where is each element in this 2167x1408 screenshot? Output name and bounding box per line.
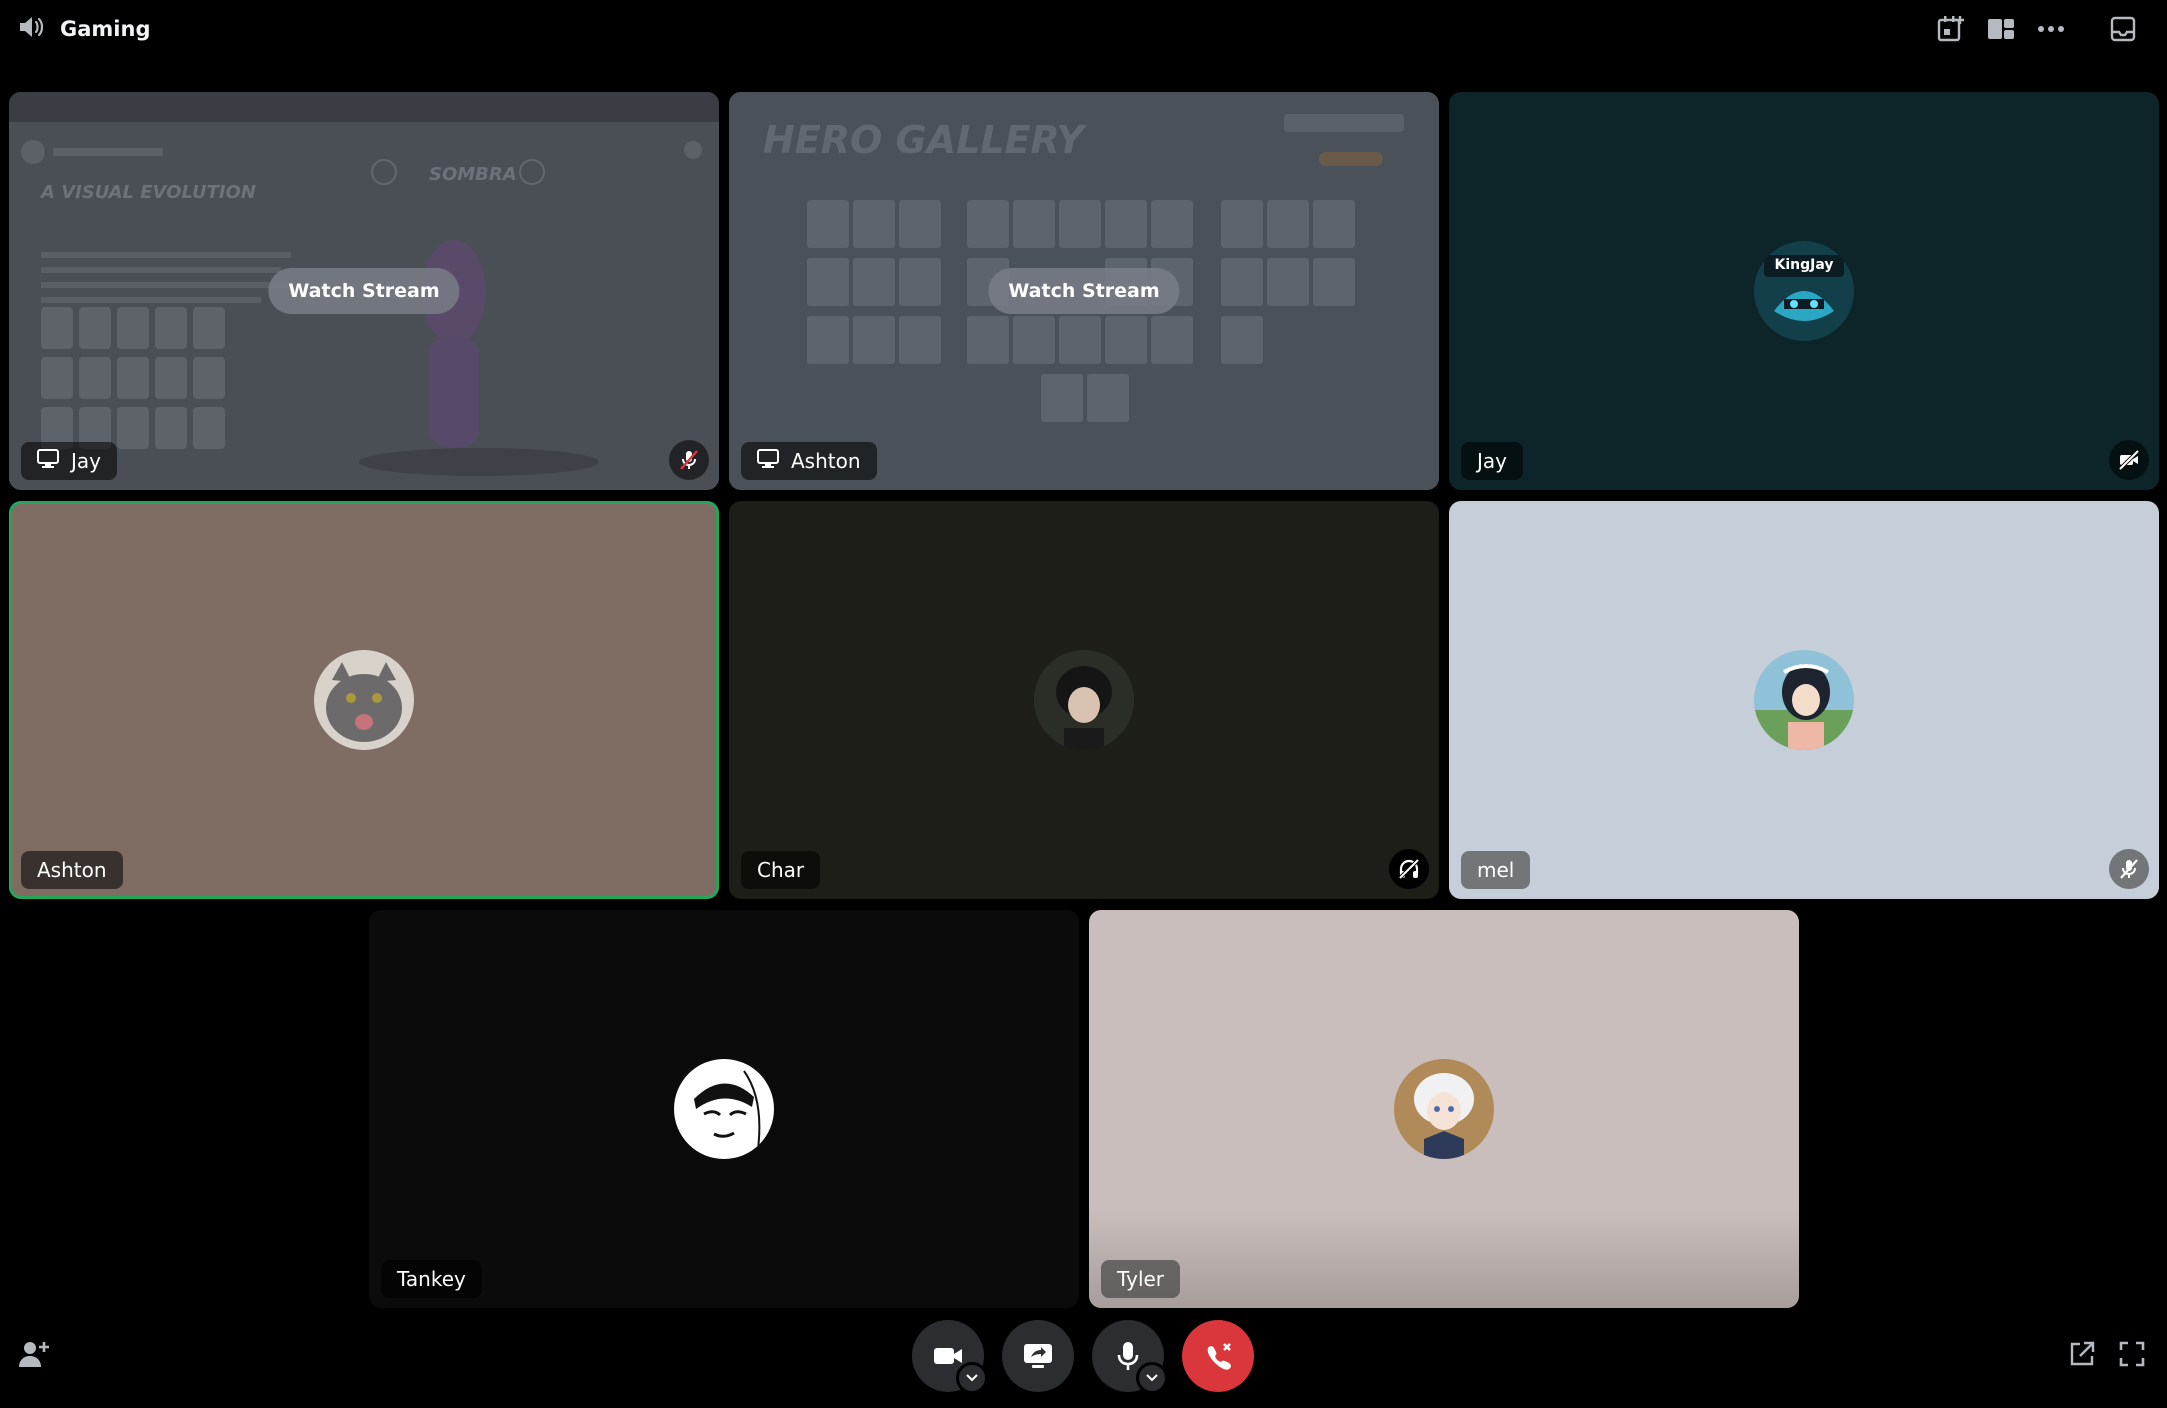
participant-tile-tankey[interactable]: Tankey [369, 910, 1079, 1308]
camera-options-chevron-icon[interactable] [956, 1362, 988, 1394]
speaker-icon [18, 14, 46, 44]
participant-tile-char[interactable]: Char [729, 501, 1439, 899]
participant-name: Jay [71, 449, 101, 473]
channel-name: Gaming [60, 17, 151, 41]
watch-stream-button[interactable]: Watch Stream [268, 268, 460, 314]
screen-share-icon [757, 448, 779, 474]
participant-name: Char [757, 858, 805, 882]
stream-hero-name: SOMBRA [429, 164, 517, 185]
stream-tile-ashton[interactable]: HERO GALLERY Watch Stream Ashton [729, 92, 1439, 490]
microphone-options-chevron-icon[interactable] [1136, 1362, 1168, 1394]
avatar-text: KingJay [1774, 257, 1834, 273]
avatar [1394, 1059, 1494, 1159]
participant-tile-ashton[interactable]: Ashton [9, 501, 719, 899]
stream-tile-jay[interactable]: A VISUAL EVOLUTION SOMBRA Watch Stream J… [9, 92, 719, 490]
participant-tile-mel[interactable]: mel [1449, 501, 2159, 899]
participant-name: Ashton [37, 858, 107, 882]
name-tag: Ashton [21, 851, 123, 889]
name-tag: Ashton [741, 442, 877, 480]
participant-name: mel [1477, 858, 1515, 882]
avatar: KingJay [1754, 241, 1854, 341]
screen-share-icon [37, 448, 59, 474]
participant-name: Tyler [1117, 1267, 1165, 1291]
avatar [314, 650, 414, 750]
camera-off-icon [2109, 440, 2149, 480]
name-tag: Tankey [381, 1260, 482, 1298]
fullscreen-icon[interactable] [2114, 1336, 2150, 1372]
camera-icon [934, 1348, 962, 1364]
participant-tile-tyler[interactable]: Tyler [1089, 910, 1799, 1308]
participant-name: Ashton [791, 449, 861, 473]
name-tag: Tyler [1101, 1260, 1181, 1298]
participant-name: Tankey [397, 1267, 466, 1291]
name-tag: Jay [1461, 442, 1523, 480]
watch-stream-button[interactable]: Watch Stream [988, 268, 1180, 314]
deafened-icon [1389, 849, 1429, 889]
participant-name: Jay [1477, 449, 1507, 473]
call-header: Gaming [0, 0, 2167, 56]
name-tag: Jay [21, 442, 117, 480]
screen-share-button[interactable] [1002, 1320, 1074, 1392]
add-activity-icon[interactable] [1934, 12, 1968, 46]
avatar [1754, 650, 1854, 750]
avatar [674, 1059, 774, 1159]
leave-call-icon [1207, 1343, 1231, 1370]
channel-title: Gaming [18, 14, 150, 44]
screen-share-icon [1024, 1344, 1052, 1368]
participant-tile-jay[interactable]: KingJay Jay [1449, 92, 2159, 490]
invite-user-icon[interactable] [16, 1336, 52, 1372]
more-options-icon[interactable] [2034, 12, 2068, 46]
muted-mic-icon [669, 440, 709, 480]
leave-call-button[interactable] [1182, 1320, 1254, 1392]
microphone-icon [1117, 1342, 1139, 1370]
muted-mic-icon [2109, 849, 2149, 889]
stream-page-title: HERO GALLERY [763, 118, 1084, 162]
pop-out-icon[interactable] [2064, 1336, 2100, 1372]
avatar [1034, 650, 1134, 750]
name-tag: mel [1461, 851, 1531, 889]
inbox-icon[interactable] [2106, 12, 2140, 46]
stream-page-title: A VISUAL EVOLUTION [41, 182, 256, 203]
layout-grid-icon[interactable] [1984, 12, 2018, 46]
name-tag: Char [741, 851, 821, 889]
